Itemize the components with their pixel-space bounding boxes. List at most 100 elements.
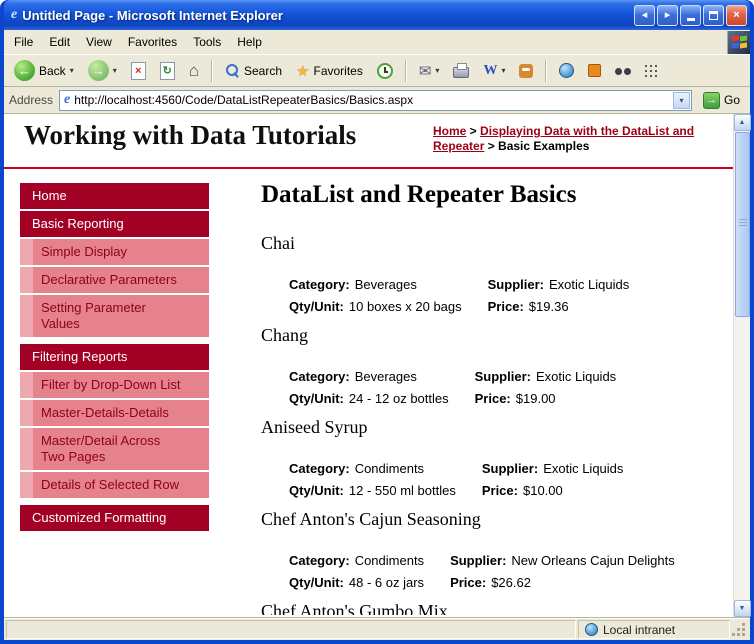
category-value: Condiments [354,461,425,476]
go-button[interactable]: → Go [698,90,745,111]
qty-value: 10 boxes x 20 bags [348,299,462,314]
scrollbar-thumb[interactable] [734,132,750,317]
browser-window: e Untitled Page - Microsoft Internet Exp… [0,0,754,644]
supplier-label: Supplier: [487,277,544,292]
addon-grid-button[interactable] [639,62,663,80]
sidebar-subitem-row: Details of Selected Row [20,472,209,498]
back-dropdown-icon[interactable]: ▾ [70,66,74,75]
sidebar-item-home[interactable]: Home [20,183,209,209]
go-icon: → [702,91,720,109]
search-button[interactable]: Search [219,60,288,81]
vertical-scrollbar[interactable]: ▲ ▼ [733,114,751,617]
windows-logo [727,30,750,54]
print-button[interactable] [447,60,475,81]
qty-cell: Qty/Unit: 24 - 12 oz bottles [289,389,475,408]
maximize-button[interactable] [703,4,724,26]
sidebar-subitem-row: Master-Details-Details [20,400,209,426]
edit-button[interactable]: W ▾ [477,60,511,82]
scroll-down-button[interactable]: ▼ [733,600,751,617]
sidebar-item-basic-reporting[interactable]: Basic Reporting [20,211,209,237]
breadcrumb-separator: > [466,124,481,138]
mail-dropdown-icon[interactable]: ▾ [435,66,439,75]
stop-button[interactable]: × [125,59,152,83]
history-button[interactable] [371,60,399,82]
address-bar: Address e ▾ → Go [4,87,750,114]
supplier-value: Exotic Liquids [543,461,624,476]
product-item: Chef Anton's Cajun Seasoning Category: Con… [261,509,733,595]
category-cell: Category: Beverages [289,367,475,386]
forward-button[interactable]: → ▾ [82,57,123,84]
product-item: Chai Category: Beverages Supplier: Exotic Li… [261,233,733,319]
breadcrumb-current: Basic Examples [498,139,590,153]
price-cell: Price: $10.00 [482,481,650,500]
security-zone-pane: Local intranet [578,620,730,639]
sidebar-item-filtering-reports[interactable]: Filtering Reports [20,344,209,370]
address-input[interactable] [74,91,669,109]
qty-cell: Qty/Unit: 48 - 6 oz jars [289,573,450,592]
messenger-icon [519,63,534,78]
menu-tools[interactable]: Tools [185,32,229,52]
stop-icon: × [130,61,146,80]
sidebar-indent-strip [20,472,33,498]
sidebar-indent-strip [20,267,33,293]
breadcrumb-link-home[interactable]: Home [433,124,466,138]
sidebar-item-filter-by-drop-down-list[interactable]: Filter by Drop-Down List [33,372,209,398]
sidebar-item-setting-parameter-values[interactable]: Setting Parameter Values [33,295,209,337]
category-label: Category: [289,461,350,476]
sidebar-item-customized-formatting[interactable]: Customized Formatting [20,505,209,531]
edit-word-icon: W [483,62,498,78]
page-content: Working with Data Tutorials Home > Displ… [4,114,733,617]
site-title: Working with Data Tutorials [24,120,357,150]
qty-label: Qty/Unit: [289,575,344,590]
toolbar-separator [545,59,548,82]
supplier-label: Supplier: [450,553,507,568]
category-label: Category: [289,553,350,568]
addon-globe-button[interactable] [553,60,580,81]
price-value: $26.62 [491,575,531,590]
menu-file[interactable]: File [6,32,41,52]
menu-edit[interactable]: Edit [41,32,78,52]
addon-button[interactable] [582,61,607,80]
back-icon: ← [14,60,35,81]
edit-dropdown-icon[interactable]: ▾ [501,66,505,75]
window-arrow-right-button[interactable]: ▸ [657,4,678,26]
status-message-pane [6,620,576,639]
sidebar-item-details-of-selected-row[interactable]: Details of Selected Row [33,472,209,498]
favorites-button[interactable]: ★ Favorites [290,59,369,83]
qty-value: 12 - 550 ml bottles [348,483,456,498]
addon-binoculars-button[interactable] [609,61,637,80]
minimize-button[interactable] [680,4,701,26]
messenger-button[interactable] [513,61,539,81]
price-value: $19.00 [515,391,556,406]
menu-items: File Edit View Favorites Tools Help [6,32,270,52]
scroll-up-button[interactable]: ▲ [733,114,751,131]
binoculars-icon [615,67,632,77]
close-button[interactable]: × [726,4,747,26]
sidebar-indent-strip [20,239,33,265]
menu-view[interactable]: View [78,32,120,52]
home-button[interactable]: ⌂ [183,58,205,84]
supplier-value: Exotic Liquids [548,277,630,292]
back-button[interactable]: ← Back ▾ [8,57,80,84]
address-dropdown-button[interactable]: ▾ [672,91,690,109]
menu-help[interactable]: Help [229,32,270,52]
sidebar-item-master-detail-across-two-pages[interactable]: Master/Detail Across Two Pages [33,428,209,470]
product-item: Chef Anton's Gumbo Mix [261,601,733,615]
sidebar-subitem-row: Filter by Drop-Down List [20,372,209,398]
resize-grip[interactable] [732,620,748,639]
title-bar[interactable]: e Untitled Page - Microsoft Internet Exp… [4,0,750,30]
sidebar-item-declarative-parameters[interactable]: Declarative Parameters [33,267,209,293]
price-cell: Price: $26.62 [450,573,701,592]
category-cell: Category: Condiments [289,551,450,570]
sidebar-item-simple-display[interactable]: Simple Display [33,239,209,265]
menu-favorites[interactable]: Favorites [120,32,185,52]
refresh-button[interactable]: ↻ [154,59,181,83]
sidebar-item-master-details-details[interactable]: Master-Details-Details [33,400,209,426]
favorites-label: Favorites [313,63,363,78]
toolbar: ← Back ▾ → ▾ × ↻ ⌂ Search ★ Favorites ✉ … [4,54,750,87]
supplier-cell: Supplier: New Orleans Cajun Delights [450,551,701,570]
mail-button[interactable]: ✉ ▾ [413,59,446,83]
forward-dropdown-icon[interactable]: ▾ [113,66,117,75]
sidebar-indent-strip [20,372,33,398]
window-arrow-left-button[interactable]: ◂ [634,4,655,26]
